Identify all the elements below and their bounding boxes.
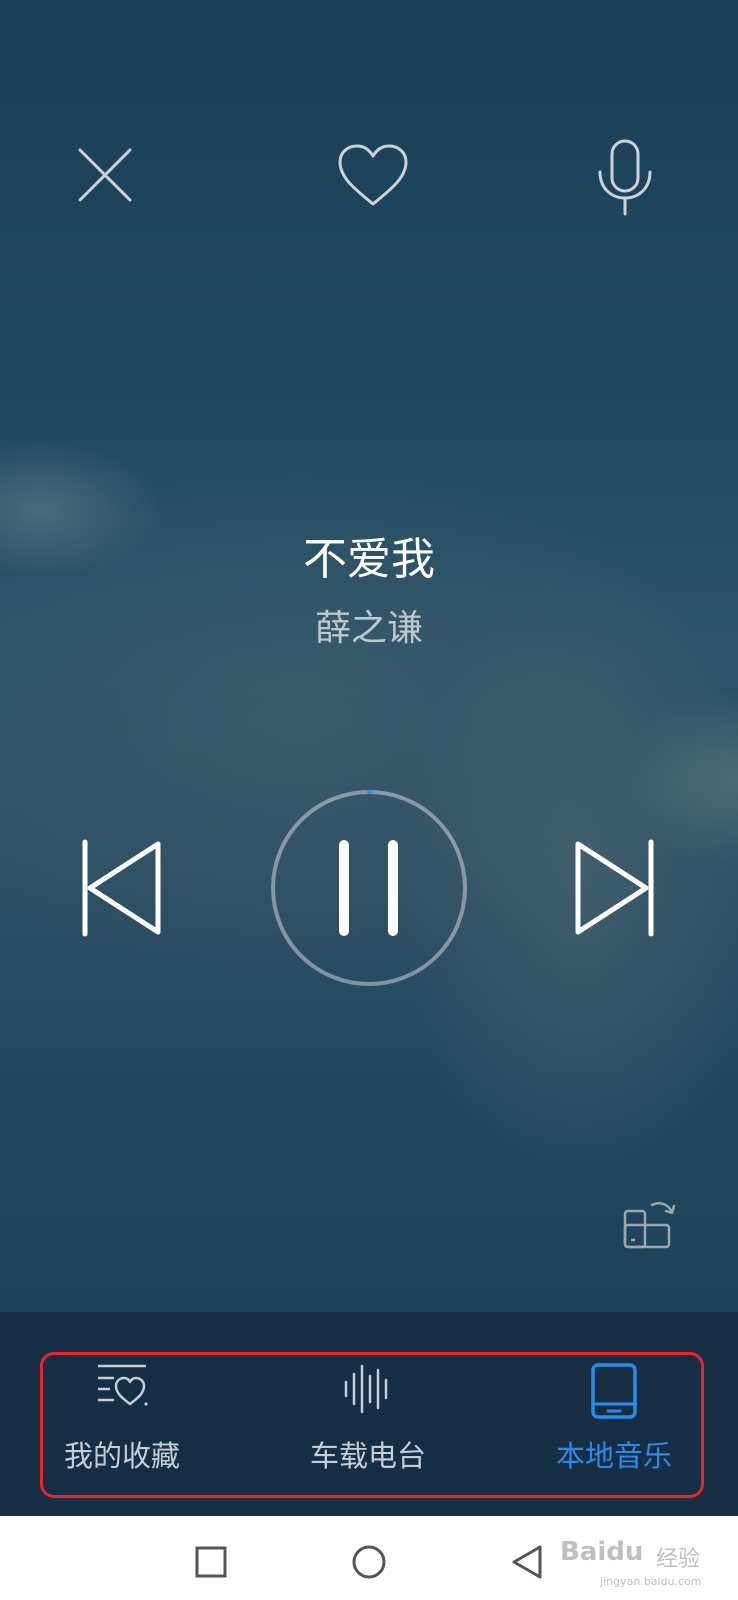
circle-icon xyxy=(352,1545,386,1579)
triangle-back-icon xyxy=(512,1545,542,1579)
previous-track-button[interactable] xyxy=(80,838,166,938)
pause-button[interactable] xyxy=(268,787,470,989)
switch-device-button[interactable] xyxy=(622,1195,678,1251)
song-title: 不爱我 xyxy=(303,534,435,585)
nav-item-car-radio[interactable]: 车载电台 xyxy=(268,1352,468,1498)
back-button[interactable] xyxy=(506,1540,550,1584)
nav-label-favorites: 我的收藏 xyxy=(63,1439,180,1473)
watermark-brand: Baidu xyxy=(560,1537,644,1567)
home-button[interactable] xyxy=(347,1540,391,1584)
microphone-icon xyxy=(598,139,652,216)
skip-next-icon xyxy=(575,839,654,937)
song-artist: 薛之谦 xyxy=(314,608,423,649)
favorite-button[interactable] xyxy=(336,142,410,210)
nav-label-car-radio: 车载电台 xyxy=(309,1439,426,1473)
close-icon xyxy=(78,148,132,202)
skip-previous-icon xyxy=(82,839,161,937)
voice-button[interactable] xyxy=(596,138,654,218)
watermark-suffix: 经验 xyxy=(656,1547,701,1572)
sound-wave-icon xyxy=(340,1362,396,1420)
heart-outline-icon xyxy=(338,144,408,206)
phone-icon xyxy=(590,1362,638,1424)
watermark-url: jingyan.baidu.com xyxy=(600,1575,702,1588)
phone-switch-icon xyxy=(623,1202,676,1249)
progress-ring xyxy=(271,790,467,986)
baidu-watermark: Baidu 经验 jingyan.baidu.com xyxy=(560,1537,720,1597)
next-track-button[interactable] xyxy=(570,838,656,938)
close-button[interactable] xyxy=(76,146,134,204)
favorites-list-icon xyxy=(94,1362,150,1416)
nav-item-local-music[interactable]: 本地音乐 xyxy=(514,1352,714,1498)
nav-label-local-music: 本地音乐 xyxy=(555,1439,672,1473)
pause-icon xyxy=(339,840,398,936)
nav-item-favorites[interactable]: 我的收藏 xyxy=(22,1352,222,1498)
square-icon xyxy=(195,1546,227,1578)
recent-apps-button[interactable] xyxy=(189,1540,233,1584)
